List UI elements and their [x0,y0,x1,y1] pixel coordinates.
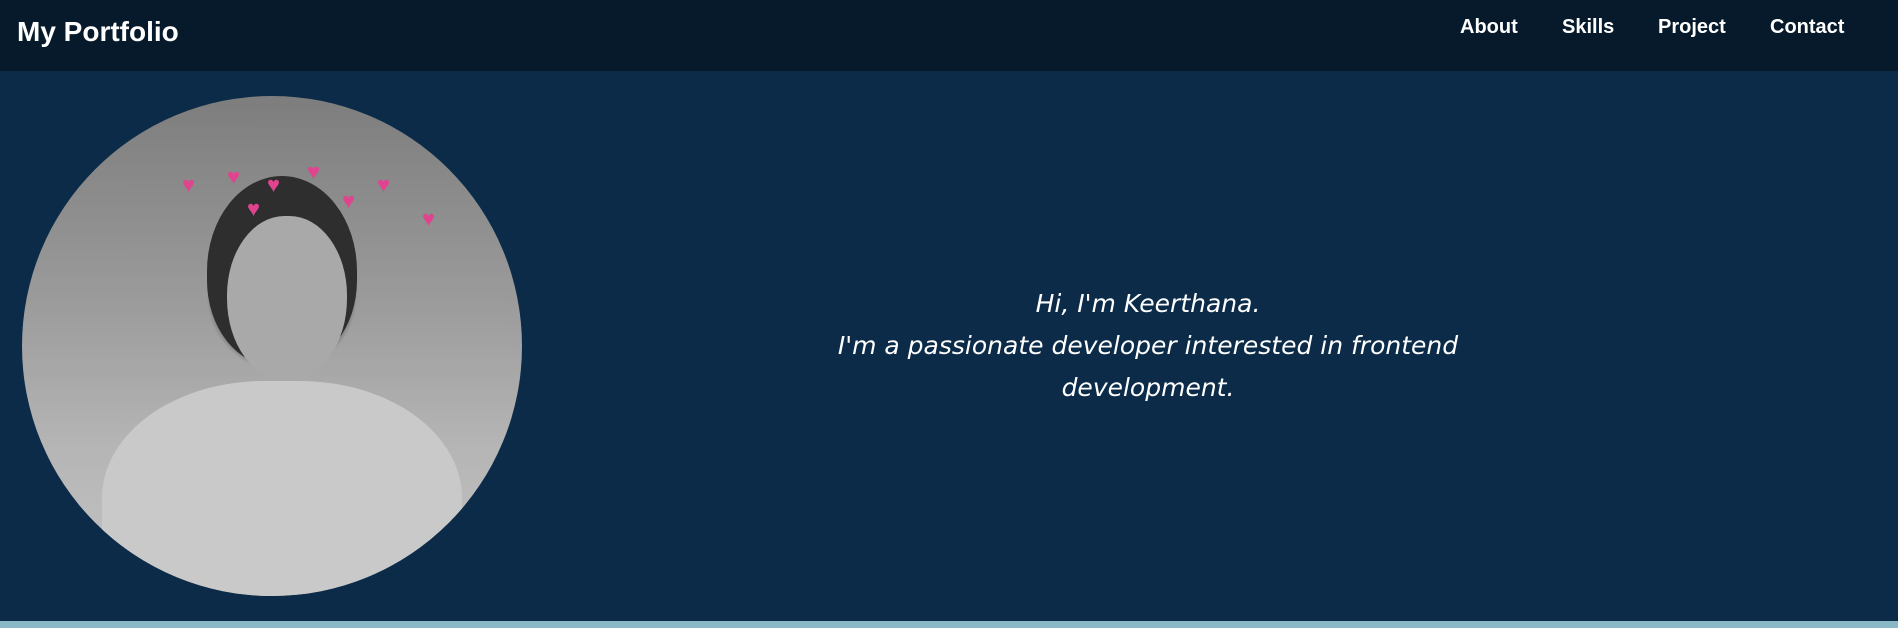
nav-link-about[interactable]: About [1460,16,1518,39]
heart-icon: ♥ [267,172,281,197]
heart-icon: ♥ [247,196,261,221]
tagline: I'm a passionate developer interested in… [837,331,1459,402]
nav-link-skills[interactable]: Skills [1562,16,1614,39]
greeting: Hi, I'm Keerthana. [1035,289,1261,318]
heart-icon: ♥ [377,172,391,197]
navbar: My Portfolio About Skills Project Contac… [0,0,1898,71]
photo-face [227,216,347,381]
heart-icon: ♥ [182,172,196,197]
brand-title[interactable]: My Portfolio [17,16,179,48]
hero-section: ♥ ♥ ♥ ♥ ♥ ♥ ♥ ♥ Hi, I'm Keerthana. I'm a… [0,71,1898,621]
profile-photo: ♥ ♥ ♥ ♥ ♥ ♥ ♥ ♥ [22,96,522,596]
heart-icon: ♥ [307,159,321,184]
intro-text: Hi, I'm Keerthana. I'm a passionate deve… [778,71,1518,621]
heart-icon: ♥ [342,188,356,213]
photo-body [102,381,462,596]
heart-icon: ♥ [227,164,241,189]
nav-link-contact[interactable]: Contact [1770,16,1844,39]
heart-icon: ♥ [422,206,436,231]
section-divider [0,621,1898,628]
nav-link-project[interactable]: Project [1658,16,1726,39]
